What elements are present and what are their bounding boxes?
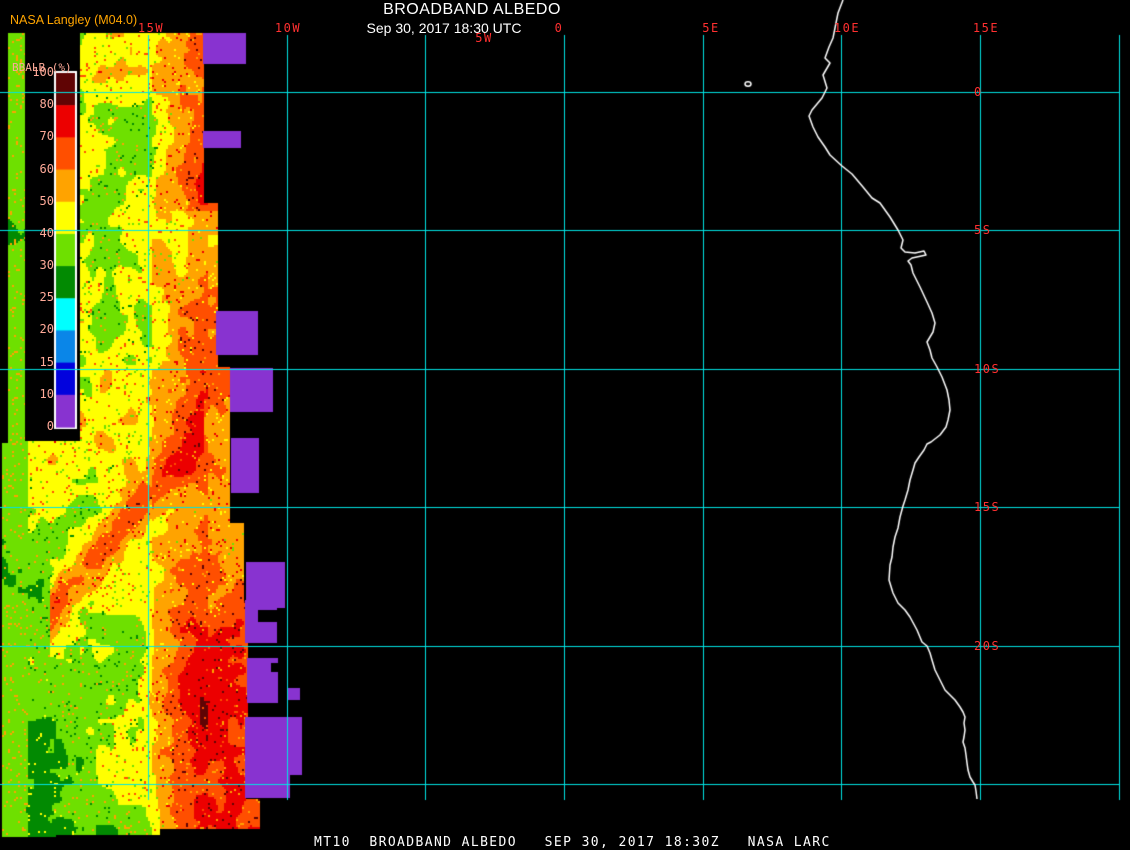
colorbar-tick-70: 70 bbox=[39, 129, 54, 144]
colorbar-tick-15: 15 bbox=[39, 354, 54, 369]
source-version-tag: NASA Langley (M04.0) bbox=[10, 13, 138, 27]
lat-label-15S: 15S bbox=[974, 500, 1001, 514]
colorbar-tick-10: 10 bbox=[39, 386, 54, 401]
colorbar-tick-60: 60 bbox=[39, 161, 54, 176]
lat-label-5S: 5S bbox=[974, 223, 992, 237]
colorbar-tick-0: 0 bbox=[46, 418, 54, 433]
lon-label-10E: 10E bbox=[833, 21, 861, 35]
colorbar-tick-30: 30 bbox=[39, 258, 54, 273]
lon-label-10W: 10W bbox=[274, 21, 302, 35]
colorbar-tick-50: 50 bbox=[39, 193, 54, 208]
colorbar-tick-40: 40 bbox=[39, 225, 54, 240]
colorbar-tick-80: 80 bbox=[39, 97, 54, 112]
footer-caption: MT10 BROADBAND ALBEDO SEP 30, 2017 18:30… bbox=[314, 835, 831, 850]
albedo-map-canvas bbox=[0, 0, 1130, 850]
lat-label-10S: 10S bbox=[974, 362, 1001, 376]
timestamp-label: Sep 30, 2017 18:30 UTC bbox=[366, 20, 522, 36]
colorbar-tick-25: 25 bbox=[39, 290, 54, 305]
lat-label-0: 0 bbox=[974, 85, 983, 99]
colorbar-tick-100: 100 bbox=[32, 65, 54, 79]
page-title: BROADBAND ALBEDO bbox=[383, 1, 561, 18]
lon-label-15W: 15W bbox=[137, 21, 165, 35]
colorbar-tick-20: 20 bbox=[39, 322, 54, 337]
albedo-map-screen: NASA Langley (M04.0) BROADBAND ALBEDO Se… bbox=[0, 0, 1130, 850]
lon-label-5E: 5E bbox=[702, 21, 720, 35]
lon-label-15E: 15E bbox=[972, 21, 1000, 35]
lat-label-20S: 20S bbox=[974, 639, 1001, 653]
